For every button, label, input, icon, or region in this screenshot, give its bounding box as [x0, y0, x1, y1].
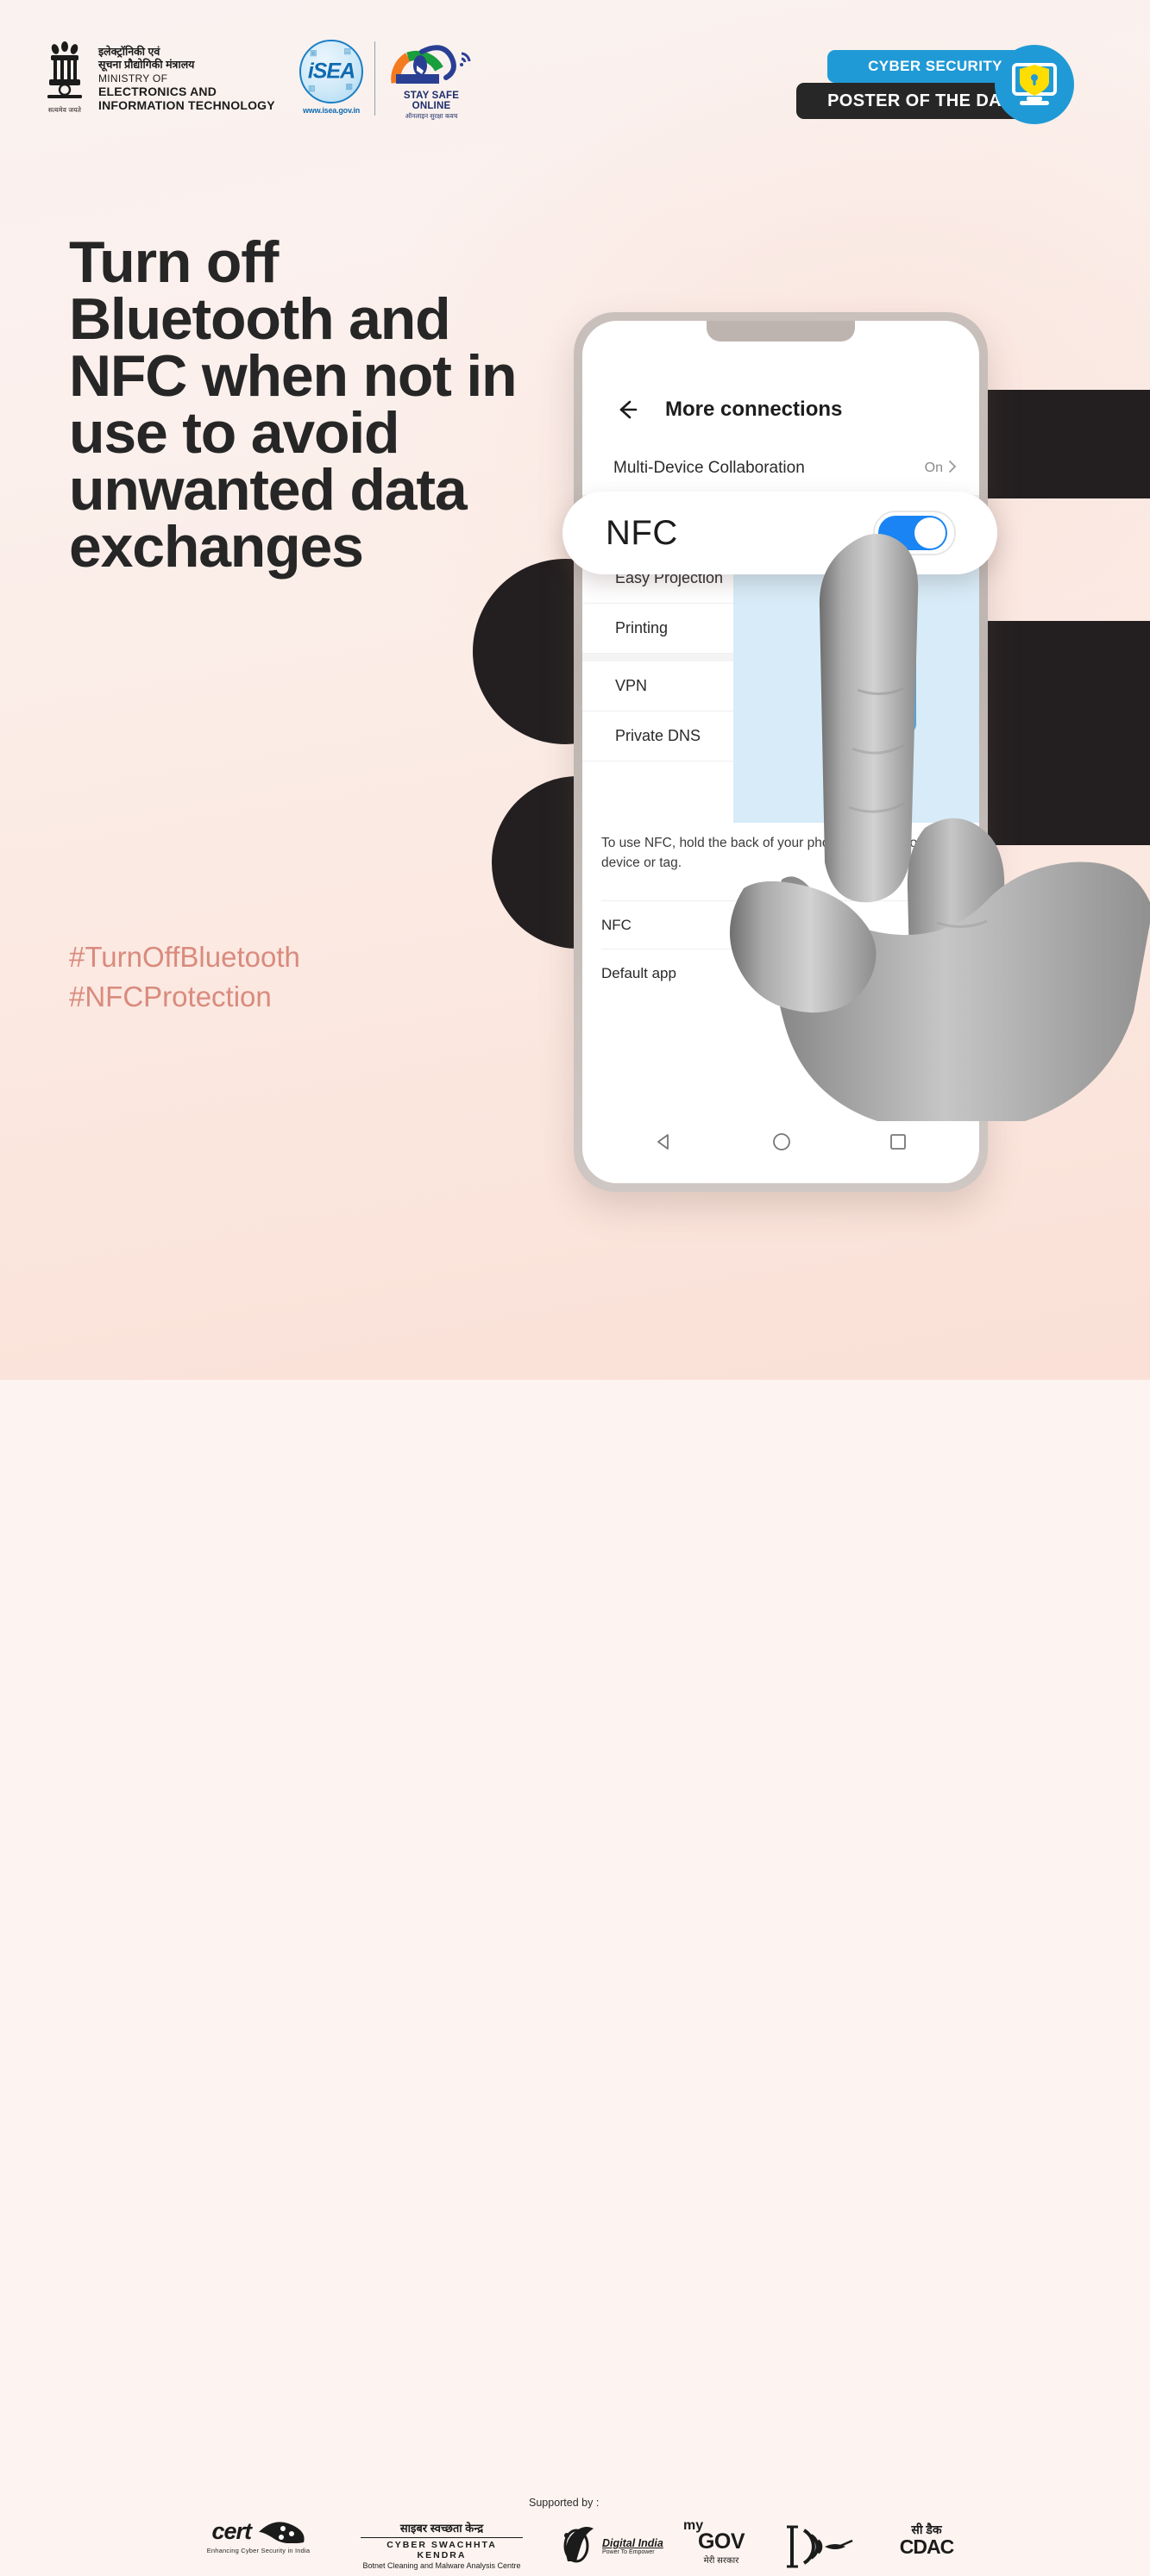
digital-india-name: Digital India — [602, 2537, 663, 2549]
list-item[interactable]: Printing — [582, 604, 733, 654]
certin-wordmark: cert — [183, 2518, 334, 2545]
csk-english: CYBER SWACHHTA KENDRA — [386, 2540, 497, 2560]
multi-device-value-group: On — [925, 460, 957, 478]
list-item[interactable]: VPN — [582, 661, 733, 711]
mygov-gov: GOV — [697, 2529, 745, 2554]
nav-recents-icon[interactable] — [889, 1132, 908, 1151]
certin-word-text: cert — [211, 2518, 252, 2544]
page-title: Turn off Bluetooth and NFC when not in u… — [69, 229, 518, 580]
hashtag-nfc-protection: #NFCProtection — [69, 980, 272, 1012]
poster-canvas: सत्यमेव जयते इलेक्ट्रॉनिकी एवं सूचना प्र… — [0, 0, 1150, 2570]
app-title: More connections — [665, 398, 843, 421]
poster-of-the-day-badge: CYBER SECURITY POSTER OF THE DAY — [789, 45, 1074, 126]
stay-safe-online-logo: STAY SAFE ONLINE ऑनलाइन सुरक्षा कवच — [383, 40, 480, 121]
nav-home-icon[interactable] — [771, 1131, 792, 1152]
nfc-magnified-label: NFC — [606, 513, 678, 552]
cyber-swachhta-kendra-logo: साइबर स्वच्छता केन्द्र CYBER SWACHHTA KE… — [361, 2520, 523, 2570]
isea-wordmark: iSEA — [307, 59, 355, 84]
digital-india-logo: Digital India Power To Empower — [559, 2523, 663, 2569]
mygov-logo: my GOV मेरी सरकार — [682, 2518, 761, 2567]
nav-back-icon[interactable] — [654, 1131, 675, 1152]
isea-logo: ▣ ▤ ▥ ▦ iSEA www.isea.gov.in — [290, 40, 373, 115]
stay-safe-online-title: STAY SAFE ONLINE — [403, 91, 460, 111]
ministry-logo: सत्यमेव जयते इलेक्ट्रॉनिकी एवं सूचना प्र… — [40, 38, 275, 121]
digital-india-icon — [559, 2523, 597, 2569]
cdac-hindi: सी डैक — [911, 2523, 942, 2536]
android-nav-bar — [582, 1131, 979, 1152]
csk-hindi: साइबर स्वच्छता केन्द्र — [399, 2522, 484, 2535]
cdac-english: CDAC — [899, 2535, 954, 2558]
ministry-hindi-line2: सूचना प्रौद्योगिकी मंत्रालय — [98, 58, 195, 71]
hashtag-group: #TurnOffBluetooth #NFCProtection — [69, 937, 300, 1016]
certin-tagline: Enhancing Cyber Security in India — [206, 2547, 311, 2554]
cdac-logo: सी डैक CDAC — [882, 2522, 971, 2557]
emblem-caption: सत्यमेव जयते — [47, 106, 82, 114]
digital-india-tagline: Power To Empower — [602, 2549, 655, 2555]
row-multi-device-collaboration[interactable]: Multi-Device Collaboration On — [613, 443, 957, 493]
hashtag-turn-off-bluetooth: #TurnOffBluetooth — [69, 941, 300, 973]
isea-url: www.isea.gov.in — [302, 106, 361, 115]
multi-device-value: On — [924, 461, 943, 475]
decor-bar-upper — [975, 390, 1150, 498]
certin-logo: cert Enhancing Cyber Security in India — [183, 2518, 334, 2554]
shield-monitor-icon — [995, 45, 1074, 124]
certin-swoosh-icon — [257, 2518, 305, 2544]
ministry-line2: ELECTRONICS AND — [98, 84, 217, 98]
digital-india-text: Digital India Power To Empower — [602, 2537, 663, 2555]
stay-safe-online-subtitle: ऑनलाइन सुरक्षा कवच — [405, 112, 458, 120]
mygov-hindi: मेरी सरकार — [703, 2556, 739, 2567]
isea-footer-logo — [785, 2522, 856, 2572]
header-divider — [374, 41, 375, 116]
multi-device-label: Multi-Device Collaboration — [613, 459, 805, 477]
badge-top-label: CYBER SECURITY — [868, 58, 1002, 74]
ministry-line3: INFORMATION TECHNOLOGY — [98, 98, 275, 113]
isea-circle-icon: ▣ ▤ ▥ ▦ iSEA — [299, 40, 363, 103]
csk-subtitle: Botnet Cleaning and Malware Analysis Cen… — [362, 2561, 521, 2570]
app-header: More connections — [582, 385, 979, 435]
national-emblem-icon: सत्यमेव जयते — [40, 38, 90, 121]
stay-safe-online-icon — [386, 40, 477, 90]
ministry-hindi-line1: इलेक्ट्रॉनिकी एवं — [98, 46, 160, 59]
csk-rule — [361, 2537, 523, 2538]
ministry-text: इलेक्ट्रॉनिकी एवं सूचना प्रौद्योगिकी मंत… — [98, 46, 275, 113]
phone-notch — [707, 321, 855, 342]
ministry-line1: MINISTRY OF — [98, 72, 168, 85]
list-divider — [582, 654, 733, 661]
supported-by-label: Supported by : — [529, 2497, 600, 2509]
chevron-right-icon — [948, 460, 957, 478]
poster-header: सत्यमेव जयते इलेक्ट्रॉनिकी एवं सूचना प्र… — [0, 0, 1150, 138]
list-item[interactable]: Private DNS — [582, 711, 733, 762]
mygov-my: my — [683, 2518, 704, 2533]
poster-footer: Supported by : cert Enhancing Cyber Secu… — [0, 1233, 1150, 2570]
hand-pointing-graphic — [721, 517, 1150, 1133]
back-arrow-icon[interactable] — [613, 397, 639, 423]
badge-bottom-label: POSTER OF THE DAY — [827, 91, 1012, 110]
